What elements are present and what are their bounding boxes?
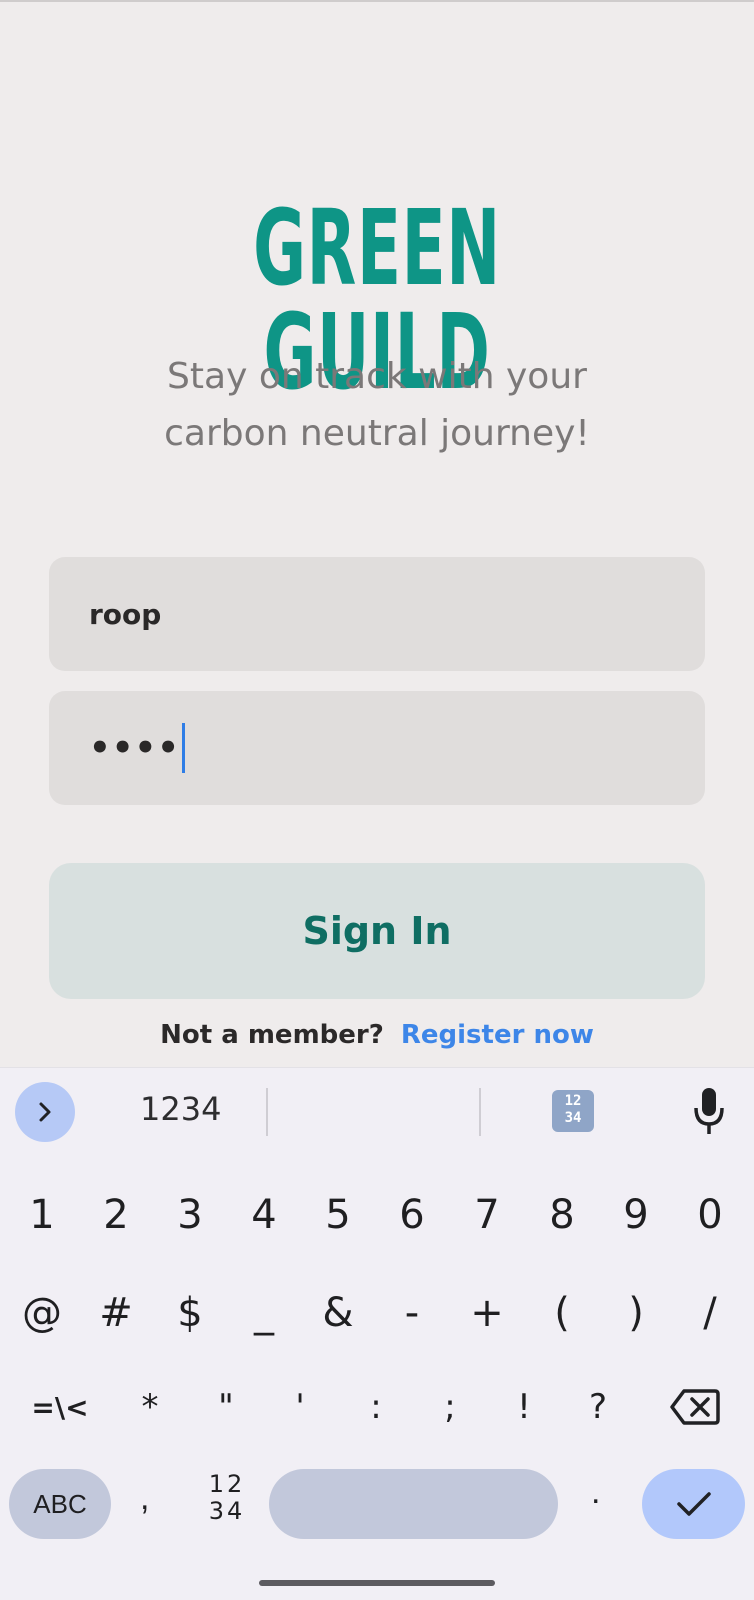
password-field[interactable]: •••• (49, 691, 705, 805)
key[interactable]: $ (158, 1265, 222, 1361)
tagline-line-2: carbon neutral journey! (164, 413, 590, 454)
key[interactable]: 0 (678, 1167, 742, 1263)
key[interactable]: @ (10, 1265, 74, 1361)
username-field[interactable]: roop (49, 557, 705, 671)
comma-key[interactable]: , (140, 1479, 149, 1518)
numeric-toggle-top: 12 (208, 1470, 246, 1498)
key[interactable]: ' (268, 1359, 332, 1455)
key[interactable]: 5 (306, 1167, 370, 1263)
key[interactable]: 4 (232, 1167, 296, 1263)
suggestion-bar: 1234 12 34 (0, 1068, 754, 1158)
key[interactable]: 8 (530, 1167, 594, 1263)
key[interactable]: # (84, 1265, 148, 1361)
text-cursor (181, 723, 185, 773)
tagline-line-1: Stay on track with your (167, 356, 587, 397)
key[interactable]: 9 (604, 1167, 668, 1263)
key[interactable]: : (344, 1359, 408, 1455)
key-row-symbols: @ # $ _ & - + ( ) / (0, 1265, 754, 1361)
key[interactable]: - (380, 1265, 444, 1361)
key-row-numbers: 1 2 3 4 5 6 7 8 9 0 (0, 1167, 754, 1263)
numpad-icon[interactable]: 12 34 (552, 1090, 594, 1132)
home-indicator[interactable] (259, 1580, 495, 1586)
key[interactable]: _ (232, 1265, 296, 1361)
key[interactable]: / (678, 1265, 742, 1361)
tagline: Stay on track with your carbon neutral j… (0, 348, 754, 462)
key-row-symbols-2: =\< * " ' : ; ! ? (0, 1359, 754, 1455)
key[interactable]: & (306, 1265, 370, 1361)
suggestion-divider (266, 1088, 268, 1136)
space-bar[interactable] (269, 1469, 558, 1539)
key[interactable]: ! (492, 1359, 556, 1455)
suggestion-1[interactable]: 1234 (140, 1090, 221, 1128)
numeric-toggle-bottom: 34 (208, 1497, 246, 1525)
key[interactable]: 2 (84, 1167, 148, 1263)
key[interactable]: " (194, 1359, 258, 1455)
key[interactable]: 1 (10, 1167, 74, 1263)
sign-in-button[interactable]: Sign In (49, 863, 705, 999)
abc-button[interactable]: ABC (9, 1469, 111, 1539)
key[interactable]: * (118, 1359, 182, 1455)
key[interactable]: + (455, 1265, 519, 1361)
chevron-right-icon[interactable] (15, 1082, 75, 1142)
key[interactable]: =\< (20, 1359, 100, 1455)
key[interactable]: ? (566, 1359, 630, 1455)
register-link[interactable]: Register now (401, 1020, 594, 1050)
password-value: •••• (89, 728, 180, 768)
suggestion-divider (479, 1088, 481, 1136)
key[interactable]: ) (604, 1265, 668, 1361)
key[interactable]: 3 (158, 1167, 222, 1263)
key[interactable]: ; (418, 1359, 482, 1455)
register-prompt: Not a member? (160, 1020, 384, 1050)
checkmark-icon[interactable] (642, 1469, 745, 1539)
status-divider (0, 0, 754, 2)
mic-icon[interactable] (692, 1086, 726, 1138)
backspace-icon[interactable] (660, 1359, 730, 1455)
period-key[interactable]: . (591, 1473, 600, 1512)
key[interactable]: ( (530, 1265, 594, 1361)
numeric-toggle-key[interactable]: 12 34 (204, 1471, 250, 1525)
key[interactable]: 6 (380, 1167, 444, 1263)
key[interactable]: 7 (455, 1167, 519, 1263)
soft-keyboard: 1234 12 34 1 2 3 4 5 6 7 8 9 0 @ # $ _ & … (0, 1067, 754, 1600)
username-value: roop (89, 597, 162, 631)
register-row: Not a member? Register now (0, 1020, 754, 1050)
key-row-bottom: ABC , 12 34 . (0, 1469, 754, 1541)
